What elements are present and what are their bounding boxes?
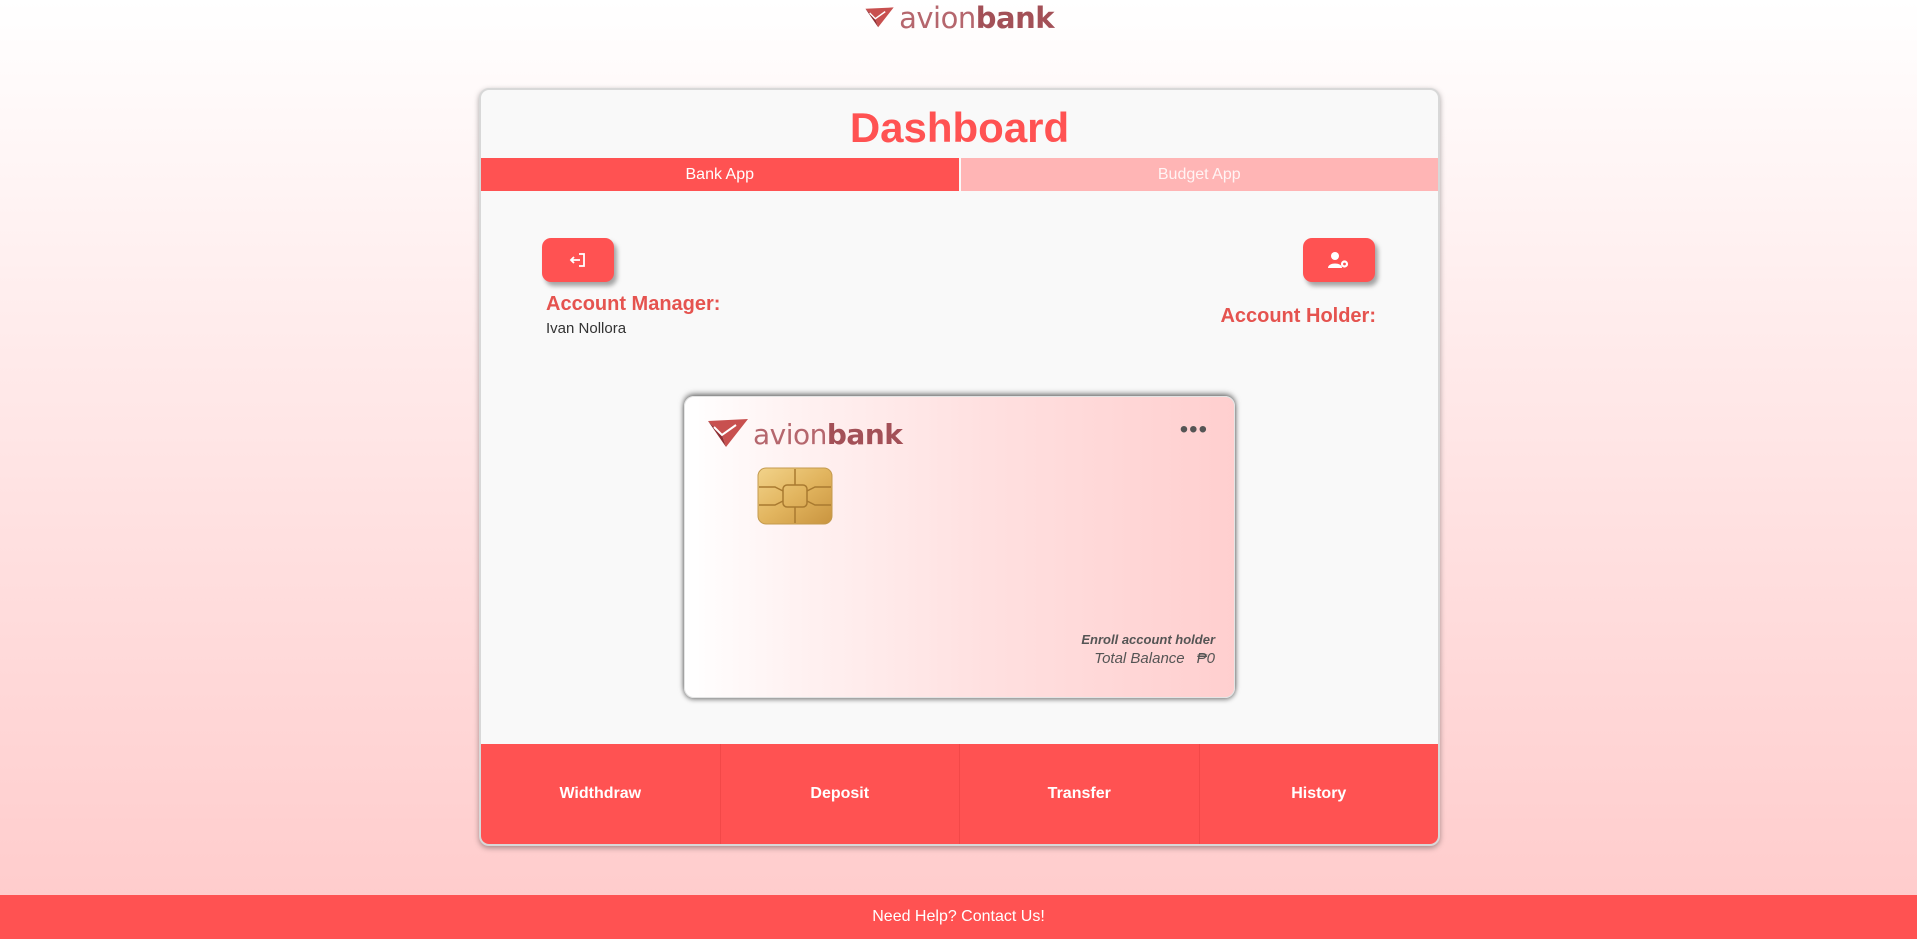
page-title: Dashboard <box>849 104 1070 151</box>
bank-card: avionbank ••• Enroll account holder Tota… <box>684 396 1235 698</box>
account-manager-name: Ivan Nollora <box>546 320 627 337</box>
deposit-button[interactable]: Deposit <box>721 744 960 844</box>
app-tabs: Bank App Budget App <box>481 158 1438 191</box>
account-holder-heading: Account Holder: <box>1220 305 1376 327</box>
card-brand-wordmark: avionbank <box>753 417 903 451</box>
contact-footer-link[interactable]: Need Help? Contact Us! <box>0 895 1917 939</box>
history-button[interactable]: History <box>1200 744 1439 844</box>
enroll-account-holder-link[interactable]: Enroll account holder <box>1081 632 1215 647</box>
total-balance-value: ₱0 <box>1196 650 1215 667</box>
brand-wordmark: avionbank <box>899 1 1054 35</box>
logout-button[interactable] <box>542 238 614 282</box>
account-manager-heading: Account Manager: <box>546 293 721 315</box>
logout-icon <box>569 253 585 267</box>
tab-bank-app[interactable]: Bank App <box>481 158 959 191</box>
user-settings-button[interactable] <box>1303 238 1375 282</box>
withdraw-button[interactable]: Widthdraw <box>481 744 721 844</box>
action-bar: Widthdraw Deposit Transfer History <box>481 744 1438 844</box>
dashboard-panel: Dashboard Bank App Budget App Account Ma… <box>479 88 1440 846</box>
total-balance: Total Balance ₱0 <box>1094 650 1215 667</box>
tab-budget-app[interactable]: Budget App <box>958 158 1438 191</box>
total-balance-label: Total Balance <box>1094 650 1185 667</box>
card-chip-icon <box>757 467 833 525</box>
transfer-button[interactable]: Transfer <box>960 744 1200 844</box>
user-settings-icon <box>1328 252 1349 268</box>
paper-plane-logo-icon <box>865 7 894 28</box>
card-logo: avionbank <box>705 417 903 451</box>
more-horizontal-icon[interactable]: ••• <box>1180 418 1208 442</box>
paper-plane-logo-icon <box>708 419 748 447</box>
top-logo: avionbank <box>864 0 1055 36</box>
